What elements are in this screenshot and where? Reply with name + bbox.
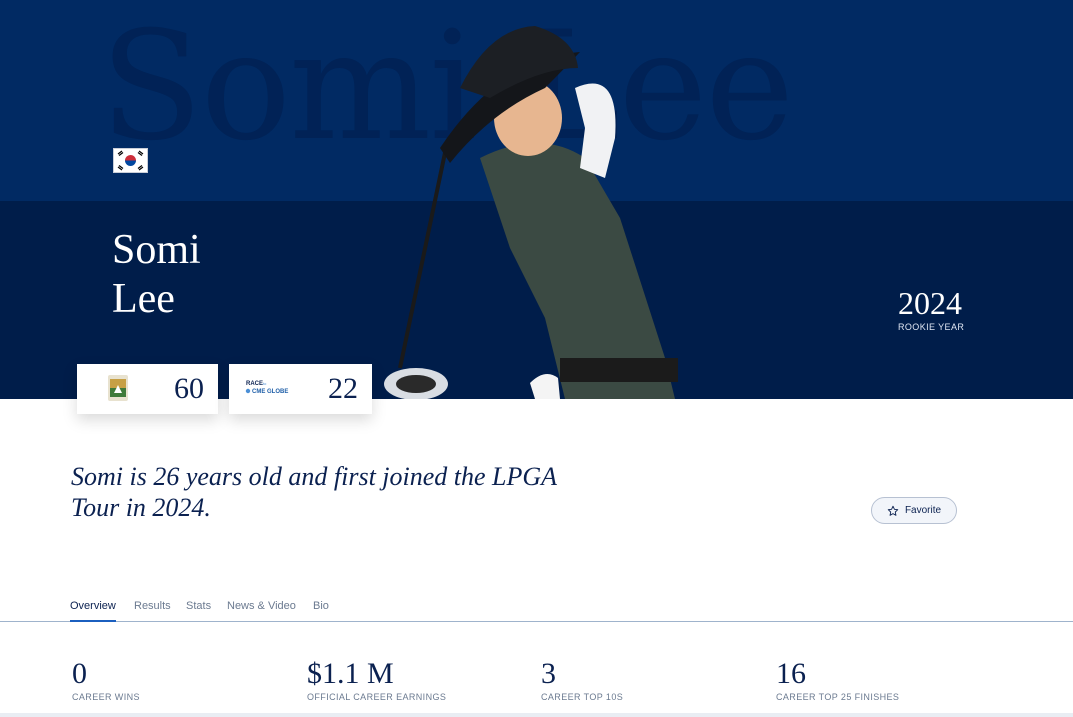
svg-text:RACE: RACE	[246, 381, 263, 387]
stat-value: $1.1 M	[307, 657, 394, 690]
rookie-year-label: ROOKIE YEAR	[898, 322, 965, 332]
player-intro: Somi is 26 years old and first joined th…	[71, 462, 557, 522]
race-to-cme-globe-value: 22	[328, 372, 358, 405]
tab-results[interactable]: Results	[134, 598, 171, 622]
tab-news-video[interactable]: News & Video	[227, 598, 296, 622]
stat-value: 16	[776, 657, 806, 690]
player-tabs: Overview Results Stats News & Video Bio	[0, 598, 1073, 622]
stat-career-wins: 0 CAREER WINS	[72, 657, 140, 702]
star-icon	[887, 505, 899, 516]
rookie-year-value: 2024	[898, 285, 962, 321]
rookie-year-block: 2024 ROOKIE YEAR	[898, 286, 964, 332]
stat-label: CAREER WINS	[72, 692, 140, 702]
rolex-ranking-card[interactable]: 60	[77, 364, 218, 414]
stat-label: CAREER TOP 10S	[541, 692, 624, 702]
stat-career-earnings: $1.1 M OFFICIAL CAREER EARNINGS	[307, 657, 446, 702]
tab-stats[interactable]: Stats	[186, 598, 211, 622]
player-hero: Somi Lee Somi Lee 2024 ROOKIE YEAR	[0, 0, 1073, 399]
player-photo	[384, 26, 678, 399]
stat-label: OFFICIAL CAREER EARNINGS	[307, 692, 447, 702]
player-first-name: Somi	[112, 227, 201, 273]
player-name: Somi Lee	[112, 226, 372, 324]
race-to-cme-globe-card[interactable]: RACE to CME GLOBE 22	[229, 364, 372, 414]
stat-career-top-25-finishes: 16 CAREER TOP 25 FINISHES	[776, 657, 899, 702]
player-last-name: Lee	[112, 276, 175, 322]
svg-text:CME GLOBE: CME GLOBE	[252, 389, 288, 395]
stat-label: CAREER TOP 25 FINISHES	[776, 692, 900, 702]
tab-bio[interactable]: Bio	[313, 598, 329, 622]
favorite-button[interactable]: Favorite	[871, 497, 957, 524]
svg-text:to: to	[263, 381, 267, 386]
section-divider	[0, 713, 1073, 717]
race-to-cme-globe-icon: RACE to CME GLOBE	[243, 378, 299, 398]
rolex-ranking-value: 60	[174, 372, 204, 405]
rolex-rankings-icon	[108, 375, 128, 401]
stat-career-top-10s: 3 CAREER TOP 10S	[541, 657, 623, 702]
stat-value: 0	[72, 657, 87, 690]
south-korea-flag-icon	[113, 148, 148, 173]
stat-value: 3	[541, 657, 556, 690]
favorite-label: Favorite	[904, 505, 942, 516]
tab-overview[interactable]: Overview	[70, 598, 116, 622]
